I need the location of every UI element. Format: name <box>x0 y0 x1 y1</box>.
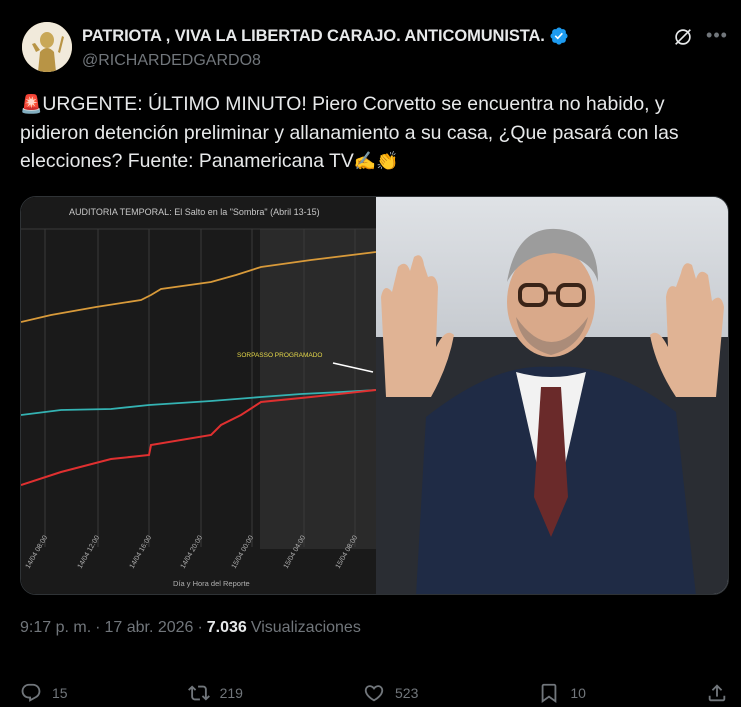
like-count: 523 <box>395 685 419 701</box>
chart-annotation: SORPASSO PROGRAMADO <box>237 352 322 359</box>
share-icon <box>708 684 726 702</box>
tweet-body: URGENTE: ÚLTIMO MINUTO! Piero Corvetto s… <box>20 93 679 172</box>
photo-man-raising-hands <box>376 197 728 594</box>
author-display-name[interactable]: PATRIOTA , VIVA LA LIBERTAD CARAJO. ANTI… <box>82 27 545 46</box>
repost-button[interactable]: 219 <box>187 682 243 704</box>
reply-count: 15 <box>52 685 68 701</box>
chart-title: AUDITORIA TEMPORAL: El Salto en la "Somb… <box>69 207 320 217</box>
more-options-icon[interactable]: ••• <box>706 24 728 46</box>
reply-button[interactable]: 15 <box>20 682 68 704</box>
repost-count: 219 <box>219 685 243 701</box>
media-photo-image[interactable] <box>376 197 728 594</box>
heart-icon <box>364 685 384 702</box>
like-button[interactable]: 523 <box>363 682 418 704</box>
tweet-text: 🚨URGENTE: ÚLTIMO MINUTO! Piero Corvetto … <box>20 90 732 176</box>
avatar-statue-image <box>22 22 72 72</box>
media-chart-image[interactable]: AUDITORIA TEMPORAL: El Salto en la "Somb… <box>21 197 376 594</box>
bookmark-button[interactable]: 10 <box>538 682 586 704</box>
views-label: Visualizaciones <box>250 619 361 636</box>
repost-icon <box>187 685 210 701</box>
meta-separator: · <box>95 619 101 636</box>
tweet-time[interactable]: 9:17 p. m. <box>20 619 91 637</box>
reply-icon <box>21 683 41 702</box>
bookmark-count: 10 <box>570 685 586 701</box>
views-count: 7.036 <box>206 619 247 636</box>
tweet-media[interactable]: AUDITORIA TEMPORAL: El Salto en la "Somb… <box>20 196 729 595</box>
author-handle[interactable]: @RICHARDEDGARDO8 <box>82 52 261 70</box>
author-avatar[interactable] <box>22 22 72 72</box>
chart-graphic: AUDITORIA TEMPORAL: El Salto en la "Somb… <box>21 197 376 594</box>
tweet-date[interactable]: 17 abr. 2026 <box>104 619 193 637</box>
chart-xlabel: Día y Hora del Reporte <box>173 579 250 588</box>
share-button[interactable] <box>706 682 728 704</box>
bookmark-icon <box>542 683 557 704</box>
meta-separator-2: · <box>197 619 203 636</box>
tweet-meta: 9:17 p. m. · 17 abr. 2026 · 7.036 Visual… <box>20 619 361 637</box>
grok-icon[interactable] <box>672 26 694 48</box>
verified-badge-icon <box>550 27 568 45</box>
author-name-row: PATRIOTA , VIVA LA LIBERTAD CARAJO. ANTI… <box>82 26 569 46</box>
tweet-actions: 15 219 523 10 <box>20 678 728 707</box>
siren-emoji: 🚨 <box>20 94 43 114</box>
writing-clap-emoji: ✍️👏 <box>353 151 399 171</box>
